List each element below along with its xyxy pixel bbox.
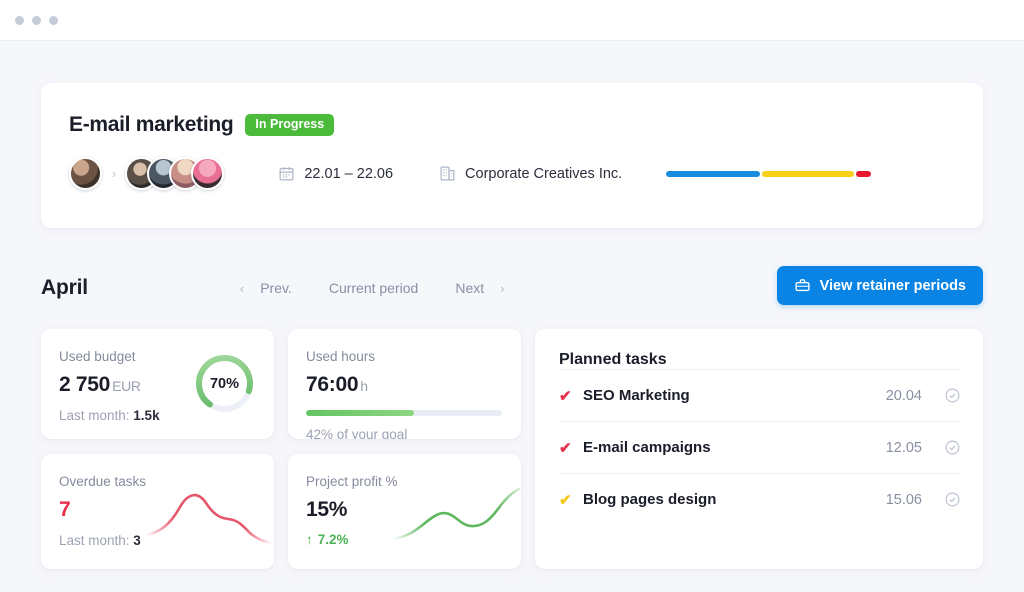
- app-window: E-mail marketing In Progress › 22.01 – 2…: [0, 0, 1024, 592]
- used-hours-progress-bar: [306, 410, 502, 416]
- used-budget-card: Used budget 2 750 EUR Last month: 1.5k 7…: [41, 329, 274, 439]
- task-row[interactable]: ✔ Blog pages design 15.06: [559, 473, 961, 525]
- planned-tasks-title: Planned tasks: [559, 351, 667, 368]
- avatar[interactable]: [191, 157, 225, 190]
- task-priority-check-icon: ✔: [559, 387, 572, 405]
- project-profit-sparkline: [391, 485, 521, 547]
- period-row: April ‹ Prev. Current period Next › View…: [41, 266, 983, 307]
- stats-grid: Used budget 2 750 EUR Last month: 1.5k 7…: [41, 329, 983, 569]
- company: Corporate Creatives Inc.: [439, 165, 622, 182]
- page-body: E-mail marketing In Progress › 22.01 – 2…: [0, 41, 1024, 592]
- task-priority-check-icon: ✔: [559, 491, 572, 509]
- current-month: April: [41, 276, 88, 299]
- used-hours-amount: 76:00: [306, 373, 359, 396]
- segment-red: [856, 170, 872, 177]
- planned-tasks-card: Planned tasks ✔ SEO Marketing 20.04 ✔ E-…: [535, 329, 983, 569]
- task-date: 20.04: [885, 387, 922, 404]
- chevron-right-icon: ›: [112, 166, 117, 181]
- overdue-tasks-sub-prefix: Last month:: [59, 533, 134, 548]
- task-priority-check-icon: ✔: [559, 439, 572, 457]
- used-hours-card: Used hours 76:00 h 42% of your goal: [288, 329, 521, 439]
- project-header-card: E-mail marketing In Progress › 22.01 – 2…: [41, 83, 983, 228]
- task-date: 15.06: [885, 491, 922, 508]
- used-hours-progress-fill: [306, 410, 414, 416]
- page-title: E-mail marketing: [69, 113, 234, 136]
- task-name: Blog pages design: [583, 491, 717, 508]
- avatar-team[interactable]: [125, 157, 225, 190]
- used-hours-label: Used hours: [306, 349, 376, 364]
- task-date: 12.05: [885, 439, 922, 456]
- task-name: SEO Marketing: [583, 387, 690, 404]
- view-retainer-periods-label: View retainer periods: [819, 277, 966, 294]
- view-retainer-periods-button[interactable]: View retainer periods: [776, 266, 983, 305]
- prev-period-button[interactable]: Prev.: [254, 276, 298, 300]
- arrow-up-icon: ↑: [306, 532, 313, 547]
- project-title-row: E-mail marketing In Progress: [69, 113, 955, 137]
- window-titlebar: [0, 0, 1024, 41]
- date-range: 22.01 – 22.06: [278, 165, 393, 182]
- chevron-right-icon[interactable]: ›: [498, 281, 506, 296]
- window-dot-maximize[interactable]: [49, 15, 58, 25]
- used-hours-value: 76:00 h: [306, 373, 503, 397]
- window-dot-close[interactable]: [15, 15, 24, 25]
- chevron-left-icon[interactable]: ‹: [238, 281, 246, 296]
- calendar-icon: [278, 165, 295, 182]
- used-budget-percent: 70%: [209, 375, 240, 392]
- used-budget-sub-prefix: Last month:: [59, 408, 134, 423]
- next-period-button[interactable]: Next: [449, 276, 490, 300]
- overdue-tasks-sparkline: [144, 485, 274, 547]
- used-budget-amount: 2 750: [59, 373, 111, 396]
- current-period-button[interactable]: Current period: [323, 276, 425, 300]
- overdue-tasks-card: Overdue tasks 7 Last month: 3: [41, 454, 274, 569]
- avatar-owner[interactable]: [69, 157, 102, 190]
- task-name: E-mail campaigns: [583, 439, 711, 456]
- project-profit-delta-value: 7.2%: [317, 532, 349, 547]
- check-circle-icon[interactable]: [944, 387, 961, 404]
- segment-blue: [666, 170, 761, 177]
- used-hours-unit: h: [360, 378, 368, 394]
- used-budget-donut: 70%: [193, 352, 256, 415]
- project-profit-card: Project profit % 15% ↑ 7.2%: [288, 454, 521, 569]
- window-dot-minimize[interactable]: [32, 15, 41, 25]
- status-badge: In Progress: [245, 114, 335, 136]
- project-meta-row: › 22.01 – 22.06 Corporate Creatives Inc.: [69, 157, 955, 190]
- avatar-group[interactable]: ›: [69, 157, 225, 190]
- overdue-tasks-sub-value: 3: [133, 533, 141, 548]
- building-icon: [439, 165, 456, 182]
- task-row[interactable]: ✔ E-mail campaigns 12.05: [559, 421, 961, 473]
- company-label: Corporate Creatives Inc.: [465, 165, 623, 182]
- used-budget-sub-value: 1.5k: [133, 408, 160, 423]
- check-circle-icon[interactable]: [944, 439, 961, 456]
- date-range-label: 22.01 – 22.06: [304, 165, 394, 182]
- used-budget-currency: EUR: [112, 378, 141, 394]
- period-pager: ‹ Prev. Current period Next ›: [238, 276, 507, 300]
- segment-yellow: [762, 170, 855, 177]
- used-hours-goal: 42% of your goal: [306, 427, 408, 439]
- task-row[interactable]: ✔ SEO Marketing 20.04: [559, 369, 961, 421]
- retainer-briefcase-icon: [794, 277, 811, 294]
- phase-segment-bar: [666, 170, 872, 177]
- check-circle-icon[interactable]: [944, 491, 961, 508]
